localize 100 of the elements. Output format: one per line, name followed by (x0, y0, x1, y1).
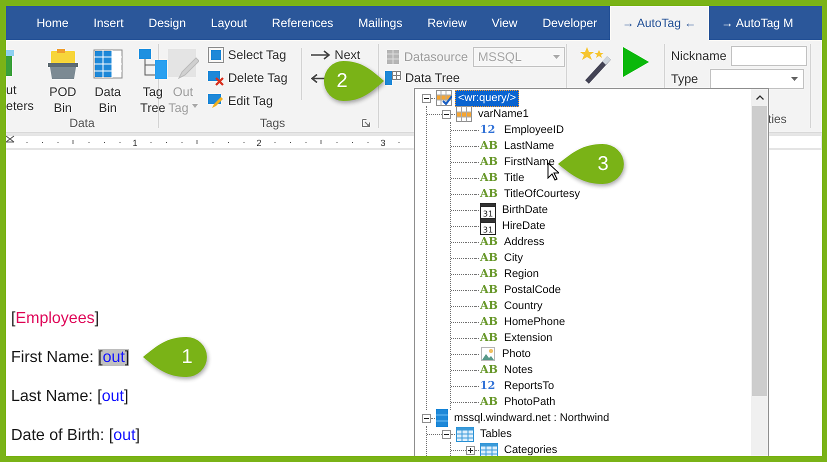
dialog-launcher-icon[interactable] (362, 119, 370, 127)
ribbon-button[interactable]: ut eters (6, 44, 34, 116)
ribbon-button[interactable]: Edit Tag (208, 92, 273, 110)
left-arrow-icon (310, 74, 325, 82)
caret-icon (192, 104, 198, 108)
document-line: Date of Birth: [out] (11, 426, 140, 446)
magic-wand-icon[interactable] (579, 46, 613, 84)
callout-badge: 1 (143, 336, 209, 378)
tree-item[interactable]: varName1 (475, 106, 532, 122)
field-label: Nickname (671, 48, 727, 62)
ribbon-button[interactable]: Select Tag (208, 46, 286, 64)
group-label: ties (768, 112, 787, 128)
expand-toggle[interactable] (442, 110, 451, 118)
text-type-icon: AB (480, 331, 498, 345)
form-icon (6, 48, 14, 78)
ribbon-tab[interactable]: Home (24, 6, 82, 40)
tree-item[interactable]: EmployeeID (501, 122, 567, 138)
calendar-icon: 31 (480, 202, 496, 218)
ribbon-tab[interactable]: → AutoTag ← (610, 6, 709, 40)
text-type-icon: AB (480, 395, 498, 409)
tree-item[interactable]: Country (501, 298, 546, 314)
calendar-icon: 31 (480, 218, 496, 234)
tree-item[interactable]: Photo (499, 346, 534, 362)
right-arrow-icon (310, 50, 331, 60)
grid-icon (92, 48, 124, 80)
scrollbar[interactable] (751, 89, 768, 456)
tree-icon (136, 48, 169, 80)
ribbon-tab[interactable]: Mailings (346, 6, 415, 40)
database-icon (436, 409, 448, 427)
text-type-icon: AB (480, 155, 498, 169)
tree-item[interactable]: Categories (501, 442, 560, 456)
text-type-icon: AB (480, 171, 498, 185)
caret-icon (552, 55, 560, 59)
tree-item[interactable]: HomePhone (501, 314, 568, 330)
ribbon-button[interactable]: Tag Tree (136, 44, 169, 116)
tree-item[interactable]: City (501, 250, 526, 266)
tree-item[interactable]: Title (501, 170, 528, 186)
ruler-number: 3 (380, 138, 386, 148)
ribbon-button[interactable]: POD Bin (46, 44, 79, 116)
caret-icon (791, 76, 798, 80)
tree-item[interactable]: Address (501, 234, 548, 250)
tree-item[interactable]: Extension (501, 330, 556, 346)
image-icon (480, 346, 496, 362)
tree-item[interactable]: ReportsTo (501, 378, 558, 394)
tree-item[interactable]: BirthDate (499, 202, 551, 218)
ribbon-tab[interactable]: Insert (81, 6, 136, 40)
ribbon-button[interactable]: Data Bin (92, 44, 124, 116)
table-icon (456, 106, 472, 122)
edit-icon (208, 93, 224, 109)
data-tree-button[interactable]: Data Tree (385, 69, 566, 87)
tree-grid-icon (385, 70, 401, 86)
ribbon-tab[interactable]: → AutoTag M (708, 6, 806, 40)
callout-badge: 2 (322, 60, 384, 102)
folder-icon (46, 48, 79, 80)
indent-marker[interactable] (6, 136, 14, 142)
group-label: Data (68, 116, 96, 130)
callout-badge: 3 (558, 143, 626, 185)
ribbon-button[interactable]: Delete Tag (208, 69, 288, 87)
ruler-number: 1 (132, 138, 138, 148)
tree-item[interactable]: HireDate (499, 218, 548, 234)
ribbon-tab[interactable]: References (259, 6, 346, 40)
chevron-up-icon (756, 95, 764, 100)
text-type-icon: AB (480, 315, 498, 329)
tree-item[interactable]: <wr:query/> (455, 90, 520, 106)
tree-item[interactable]: Notes (501, 362, 536, 378)
ribbon-tab[interactable]: Layout (198, 6, 260, 40)
number-type-icon: 12 (480, 123, 498, 137)
document-line: First Name: [out] (11, 348, 130, 368)
text-type-icon: AB (480, 187, 498, 201)
ribbon-tab[interactable]: Design (136, 6, 198, 40)
field-label: Datasource (404, 50, 468, 64)
tree-item[interactable]: Region (501, 266, 542, 282)
dotted-box-icon (208, 47, 224, 63)
ribbon-tab[interactable]: Developer (530, 6, 610, 40)
table-grid-icon (456, 426, 474, 442)
nickname-field[interactable] (730, 46, 807, 66)
ribbon-tab[interactable]: View (479, 6, 530, 40)
text-type-icon: AB (480, 139, 498, 153)
text-type-icon: AB (480, 363, 498, 377)
expand-toggle[interactable] (466, 446, 475, 454)
text-type-icon: AB (480, 267, 498, 281)
ribbon-tab[interactable]: Review (414, 6, 480, 40)
ruler-number: 2 (256, 138, 262, 148)
expand-toggle[interactable] (442, 430, 451, 438)
text-type-icon: AB (480, 251, 498, 265)
tree-item[interactable]: PostalCode (501, 282, 564, 298)
tree-item[interactable]: Tables (477, 426, 515, 442)
tree-item[interactable]: PhotoPath (501, 394, 558, 410)
expand-toggle[interactable] (422, 94, 431, 102)
tree-item[interactable]: LastName (501, 138, 558, 154)
tree-item[interactable]: mssql.windward.net : Northwind (451, 410, 612, 426)
field-label: Type (671, 72, 698, 86)
pencil-icon (167, 48, 199, 80)
text-type-icon: AB (480, 235, 498, 249)
text-type-icon: AB (480, 299, 498, 313)
number-type-icon: 12 (480, 379, 498, 393)
tree-item[interactable]: TitleOfCourtesy (501, 186, 584, 202)
expand-toggle[interactable] (422, 414, 431, 422)
scrollbar-thumb[interactable] (752, 106, 767, 396)
table-grid-icon (480, 442, 498, 456)
